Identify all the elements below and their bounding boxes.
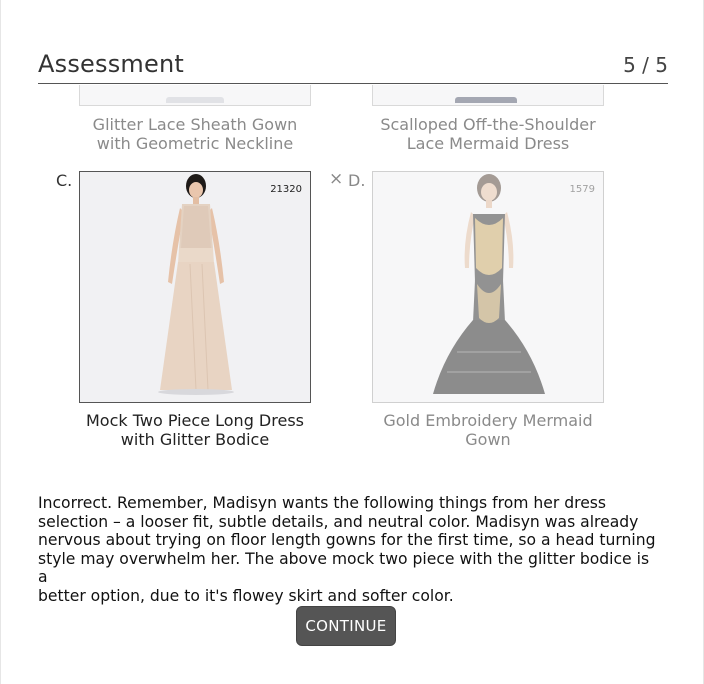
assessment-panel: Assessment 5 / 5 Glitter Lace Sheath Gow… xyxy=(0,0,704,684)
sku-label: 21320 xyxy=(270,184,302,195)
dress-hem-graphic xyxy=(455,97,517,103)
feedback-text: Incorrect. Remember, Madisyn wants the f… xyxy=(38,494,656,605)
page-title: Assessment xyxy=(38,50,184,78)
option-c-image[interactable]: 21320 xyxy=(79,171,311,403)
progress-indicator: 5 / 5 xyxy=(623,53,668,77)
continue-button[interactable]: CONTINUE xyxy=(296,606,396,646)
dress-photo-d xyxy=(433,174,545,394)
option-d-caption: Gold Embroidery Mermaid Gown xyxy=(383,411,593,449)
option-a-image[interactable] xyxy=(79,85,311,106)
option-c-letter: C. xyxy=(56,171,73,190)
incorrect-x-icon: × xyxy=(329,169,344,189)
option-a-caption: Glitter Lace Sheath Gown with Geometric … xyxy=(92,115,298,153)
option-d-image[interactable]: 1579 xyxy=(372,171,604,403)
dress-photo-c xyxy=(158,174,234,395)
question-content[interactable]: Glitter Lace Sheath Gown with Geometric … xyxy=(1,85,704,684)
option-b-image[interactable] xyxy=(372,85,604,106)
assessment-header: Assessment 5 / 5 xyxy=(38,50,668,84)
option-b-caption: Scalloped Off-the-Shoulder Lace Mermaid … xyxy=(380,115,596,153)
dress-hem-graphic xyxy=(166,97,224,103)
option-c-caption: Mock Two Piece Long Dress with Glitter B… xyxy=(85,411,304,449)
option-d-letter: D. xyxy=(348,171,366,190)
sku-label: 1579 xyxy=(569,184,595,195)
